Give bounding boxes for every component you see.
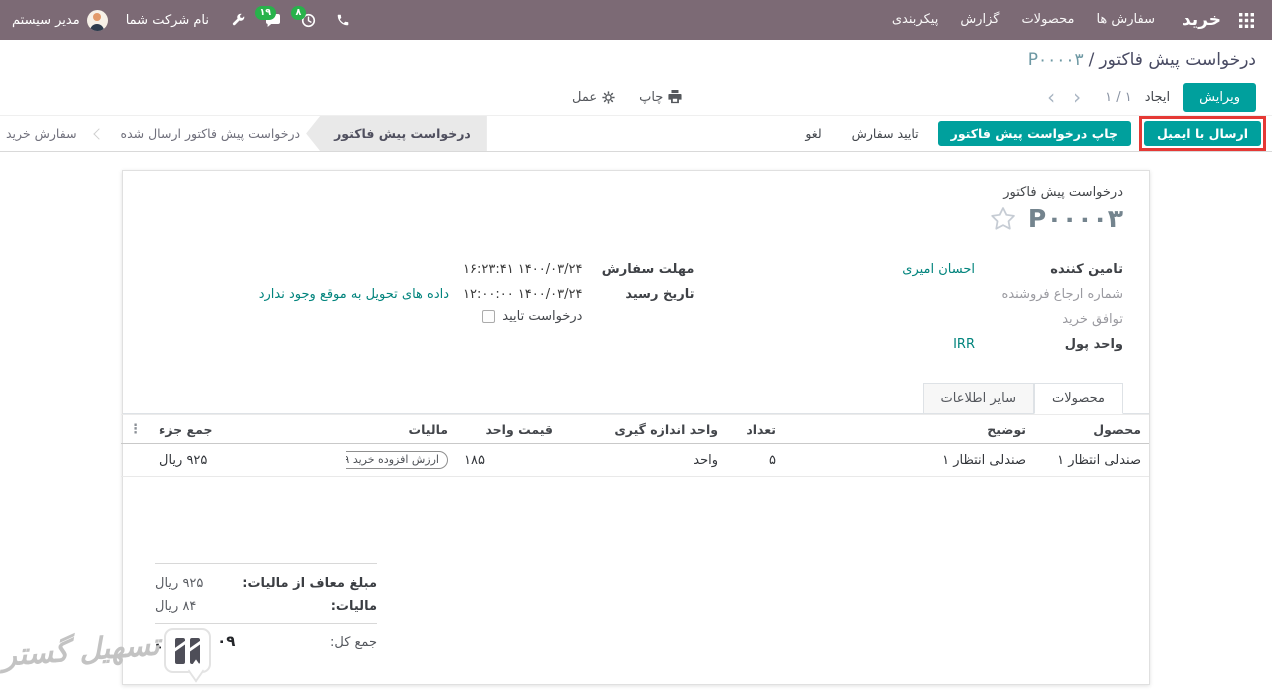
grand-total-label: جمع کل: <box>329 635 377 650</box>
breadcrumb-parent[interactable]: درخواست پیش فاکتور <box>1099 50 1256 70</box>
step-purchase-order[interactable]: سفارش خرید <box>0 116 83 151</box>
action-menu[interactable]: عمل <box>572 90 615 105</box>
document-name: P۰۰۰۰۳ <box>1027 204 1123 233</box>
order-deadline-label: مهلت سفارش <box>601 262 695 277</box>
tab-products[interactable]: محصولات <box>1034 383 1123 414</box>
menu-products[interactable]: محصولات <box>1010 0 1085 40</box>
delivery-data-note[interactable]: داده های تحویل به موقع وجود ندارد <box>259 284 449 305</box>
company-switcher[interactable]: نام شرکت شما <box>126 13 209 28</box>
print-rfq-button[interactable]: چاپ درخواست پیش فاکتور <box>937 121 1131 146</box>
col-unit-price: قیمت واحد <box>456 414 561 444</box>
purchase-agreement-label: توافق خرید <box>1062 312 1123 327</box>
systray: ۸ ۱۹ نام شرکت شما مدیر سیستم <box>10 5 360 31</box>
table-header-row: محصول توضیح تعداد واحد اندازه گیری قیمت … <box>121 414 1149 444</box>
cell-description[interactable]: صندلی انتظار ۱ <box>784 443 1034 477</box>
gear-icon <box>602 90 615 104</box>
debug-wrench-icon[interactable] <box>221 10 255 30</box>
statusbar: ارسال با ایمیل چاپ درخواست پیش فاکتور تا… <box>0 115 1272 152</box>
optional-columns-icon[interactable]: ⋮ <box>129 422 142 437</box>
activities-clock-icon[interactable]: ۸ <box>290 5 326 31</box>
col-quantity: تعداد <box>726 414 784 444</box>
status-steps: درخواست پیش فاکتور درخواست پیش فاکتور ار… <box>0 116 487 151</box>
cell-quantity[interactable]: ۵ <box>726 443 784 477</box>
table-row[interactable]: صندلی انتظار ۱ صندلی انتظار ۱ ۵ واحد ۱۸۵… <box>121 443 1149 477</box>
confirm-order-button[interactable]: تایید سفارش <box>841 121 930 146</box>
breadcrumb: درخواست پیش فاکتور/P۰۰۰۰۳ <box>16 49 1256 71</box>
form-column-right: تامین کننده احسان امیری شماره ارجاع فروش… <box>694 259 1123 359</box>
menu-reporting[interactable]: گزارش <box>949 0 1010 40</box>
order-lines-table: محصول توضیح تعداد واحد اندازه گیری قیمت … <box>121 414 1149 477</box>
order-deadline-value: ۱۴۰۰/۰۳/۲۴ ۱۶:۲۳:۴۱ <box>463 262 583 277</box>
confirm-request-label: درخواست تایید <box>502 309 583 324</box>
receipt-date-label: تاریخ رسید <box>625 287 695 302</box>
annotation-highlight-box: ارسال با ایمیل <box>1138 116 1266 151</box>
step-rfq[interactable]: درخواست پیش فاکتور <box>306 116 487 151</box>
watermark-logo-icon <box>163 628 211 673</box>
control-panel: درخواست پیش فاکتور/P۰۰۰۰۳ ویرایش ایجاد چ… <box>0 40 1272 115</box>
notebook-tabs: محصولات سایر اطلاعات <box>123 383 1149 414</box>
taxes-label: مالیات: <box>330 599 377 614</box>
currency-value[interactable]: IRR <box>953 334 975 355</box>
breadcrumb-active: P۰۰۰۰۳ <box>1027 50 1084 70</box>
tax-badge[interactable]: ارزش افزوده خرید ۹% <box>346 451 448 469</box>
app-menu-purchase[interactable]: خرید <box>1182 10 1221 30</box>
messages-badge: ۱۹ <box>254 5 276 20</box>
step-rfq-sent[interactable]: درخواست پیش فاکتور ارسال شده <box>115 116 307 151</box>
user-menu[interactable]: مدیر سیستم <box>12 9 108 31</box>
form-column-left: مهلت سفارش ۱۴۰۰/۰۳/۲۴ ۱۶:۲۳:۴۱ تاریخ رسی… <box>149 259 695 359</box>
cell-subtotal: ۹۲۵ ریال <box>151 443 346 477</box>
vendor-reference-label: شماره ارجاع فروشنده <box>1001 287 1123 302</box>
cell-uom[interactable]: واحد <box>561 443 726 477</box>
document-sheet: درخواست پیش فاکتور P۰۰۰۰۳ تامین کننده اح… <box>121 170 1150 685</box>
receipt-date-value: ۱۴۰۰/۰۳/۲۴ ۱۲:۰۰:۰۰ <box>463 287 583 302</box>
pager-count: ۱ / ۱ <box>1105 89 1132 105</box>
create-button[interactable]: ایجاد <box>1132 83 1183 112</box>
pager-next-icon[interactable]: › <box>1067 87 1087 107</box>
cell-product[interactable]: صندلی انتظار ۱ <box>1034 443 1149 477</box>
tab-other-info[interactable]: سایر اطلاعات <box>922 383 1034 414</box>
currency-label: واحد پول <box>1064 337 1123 352</box>
edit-button[interactable]: ویرایش <box>1183 82 1256 112</box>
vendor-watermark: تسهیل گستر <box>0 627 211 674</box>
favorite-star-icon[interactable] <box>990 206 1016 231</box>
pager: ‹ › ۱ / ۱ <box>1035 87 1132 107</box>
col-description: توضیح <box>784 414 1034 444</box>
cancel-button[interactable]: لغو <box>794 121 832 146</box>
print-menu-label: چاپ <box>639 89 664 105</box>
user-avatar <box>86 9 108 31</box>
col-product: محصول <box>1034 414 1149 444</box>
col-subtotal: جمع جزء <box>151 414 346 444</box>
vendor-value[interactable]: احسان امیری <box>902 259 975 280</box>
taxes-value: ۸۴ ریال <box>155 599 197 614</box>
user-name: مدیر سیستم <box>12 12 80 28</box>
vendor-label: تامین کننده <box>1050 262 1123 277</box>
action-menu-label: عمل <box>571 89 598 105</box>
messages-chat-icon[interactable]: ۱۹ <box>254 5 291 31</box>
watermark-text: تسهیل گستر <box>0 627 161 674</box>
untaxed-amount-label: مبلغ معاف از مالیات: <box>242 576 377 591</box>
col-taxes: مالیات <box>346 414 456 444</box>
send-by-email-button[interactable]: ارسال با ایمیل <box>1143 121 1261 146</box>
document-type-label: درخواست پیش فاکتور <box>1003 185 1123 200</box>
print-menu[interactable]: چاپ <box>639 90 682 105</box>
untaxed-amount-value: ۹۲۵ ریال <box>155 576 204 591</box>
form-view: درخواست پیش فاکتور P۰۰۰۰۳ تامین کننده اح… <box>0 170 1272 699</box>
statusbar-buttons: ارسال با ایمیل چاپ درخواست پیش فاکتور تا… <box>788 116 1272 151</box>
col-uom: واحد اندازه گیری <box>561 414 726 444</box>
printer-icon <box>668 90 682 104</box>
confirm-request-field: درخواست تایید <box>149 309 582 324</box>
apps-grid-icon[interactable] <box>1231 9 1262 32</box>
app-submenu: سفارش ها محصولات گزارش پیکربندی <box>881 0 1166 40</box>
menu-configuration[interactable]: پیکربندی <box>881 0 949 40</box>
phone-icon[interactable] <box>326 10 360 30</box>
step-chevron-icon <box>92 127 105 140</box>
menu-orders[interactable]: سفارش ها <box>1085 0 1166 40</box>
top-navbar: خرید سفارش ها محصولات گزارش پیکربندی ۸ ۱… <box>0 0 1272 40</box>
pager-previous-icon[interactable]: ‹ <box>1041 87 1061 107</box>
cell-unit-price[interactable]: ۱۸۵ <box>456 443 561 477</box>
cp-center-tools: چاپ عمل <box>572 79 682 115</box>
activities-badge: ۸ <box>290 5 306 20</box>
breadcrumb-separator: / <box>1088 50 1095 70</box>
confirm-request-checkbox[interactable] <box>482 310 496 323</box>
